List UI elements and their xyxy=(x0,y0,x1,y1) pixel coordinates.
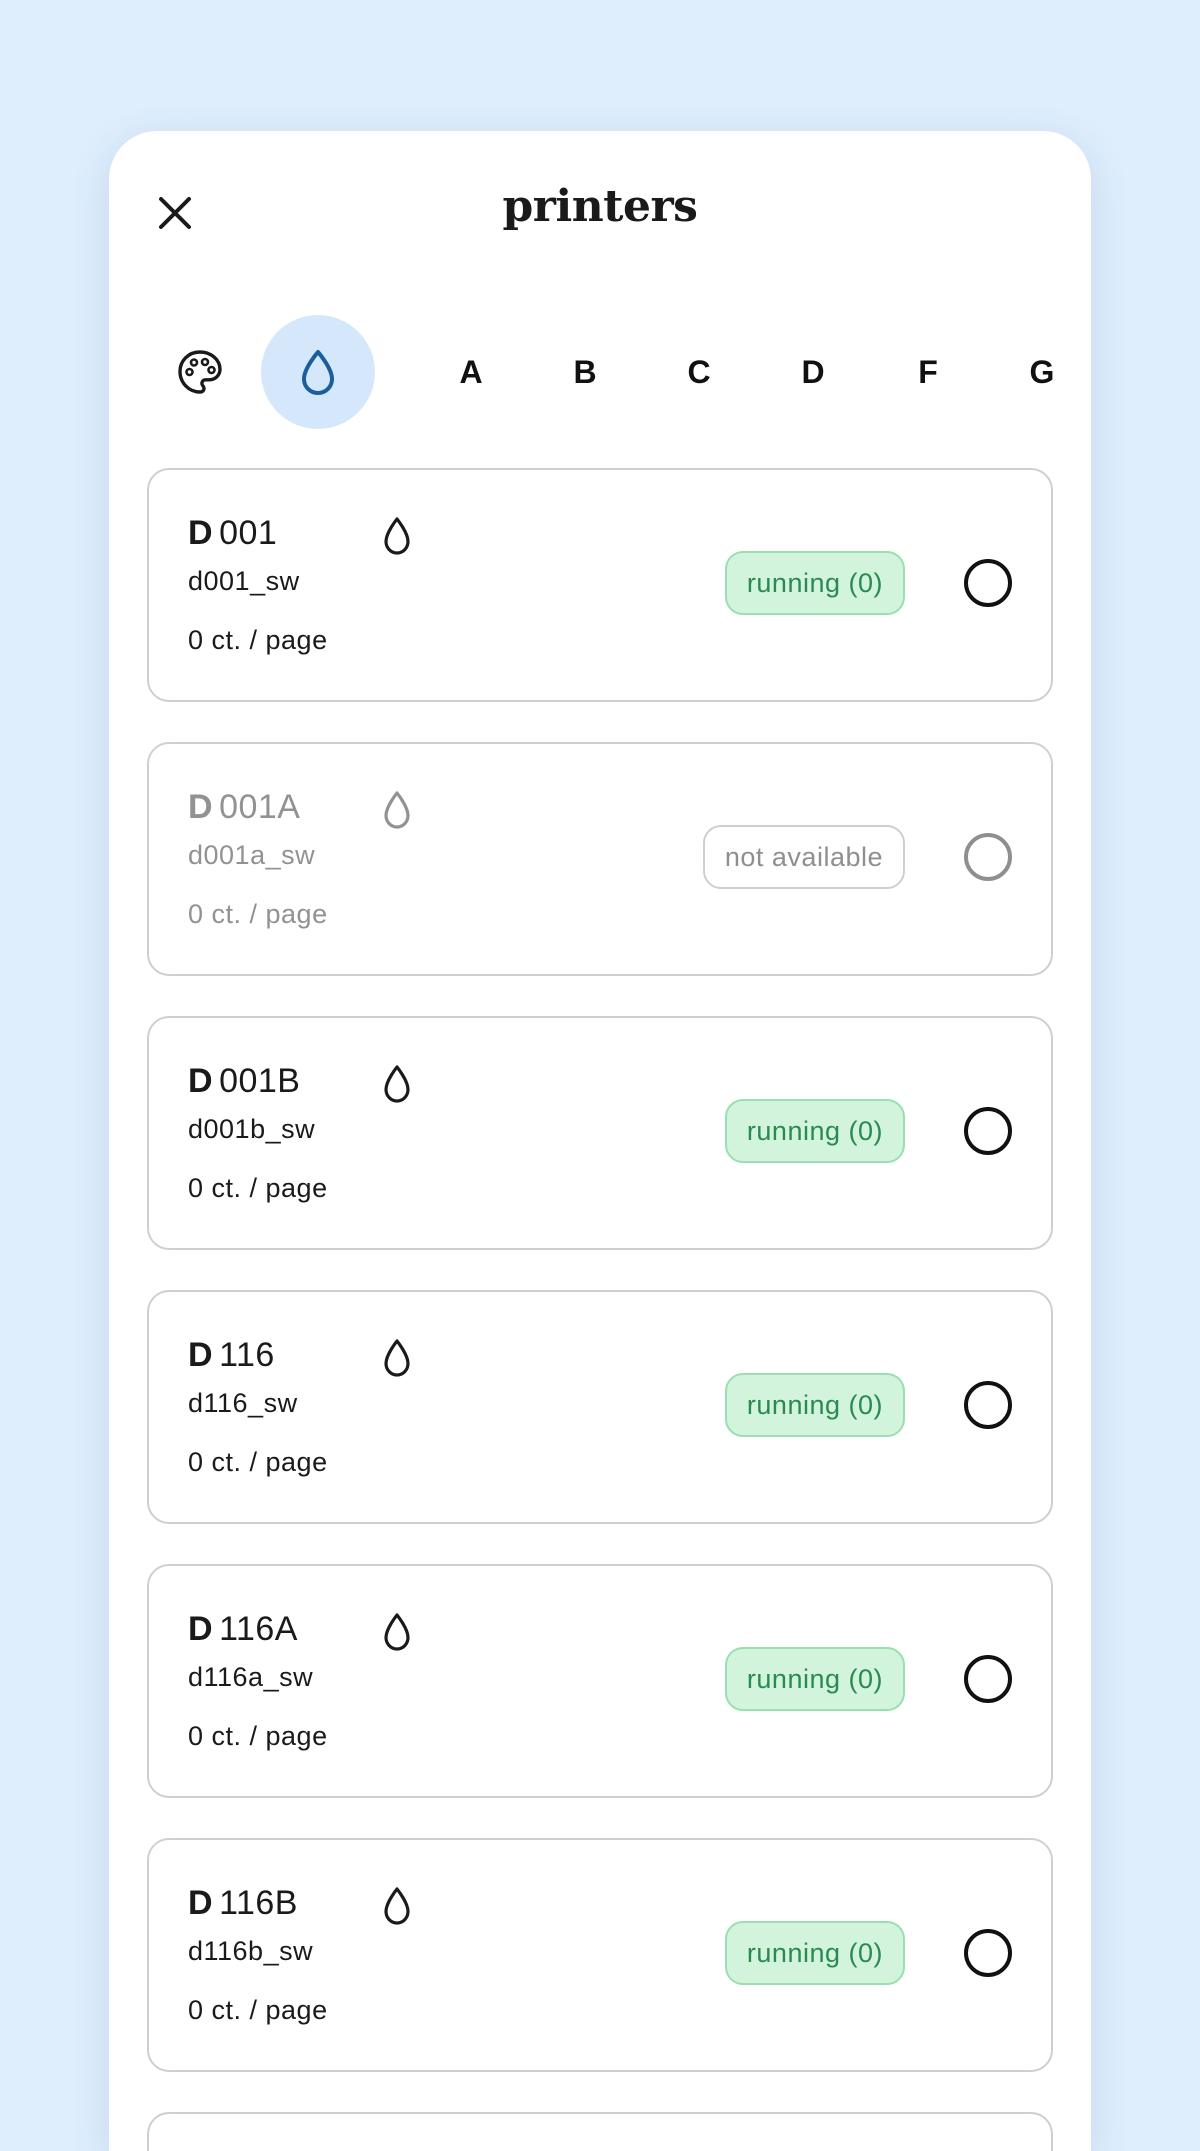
select-radio[interactable] xyxy=(964,833,1012,881)
printer-price: 0 ct. / page xyxy=(188,1173,328,1203)
printer-queue: d116b_sw xyxy=(188,1936,314,1966)
printer-list: D 001 d001_sw 0 ct. / page running (0) D0… xyxy=(147,468,1053,2151)
filter-letter-d[interactable]: D xyxy=(756,315,870,429)
printer-card[interactable]: D 001B d001b_sw 0 ct. / page running (0) xyxy=(147,1016,1053,1250)
printer-name: D 116 xyxy=(188,1336,275,1375)
ink-drop-icon xyxy=(384,791,410,829)
printer-price: 0 ct. / page xyxy=(188,1447,328,1477)
printer-name: D 001B xyxy=(188,1062,300,1101)
printer-name: D 001 xyxy=(188,514,277,553)
printer-number: 001B xyxy=(219,1062,301,1100)
printer-prefix: D xyxy=(188,1062,214,1100)
filter-ink[interactable] xyxy=(261,315,375,429)
filter-letter-b[interactable]: B xyxy=(528,315,642,429)
filter-letter-g[interactable]: G xyxy=(985,315,1091,429)
printer-queue: d001b_sw xyxy=(188,1114,316,1144)
printer-prefix: D xyxy=(188,1610,214,1648)
printer-card[interactable]: D 001 d001_sw 0 ct. / page running (0) xyxy=(147,468,1053,702)
filter-palette[interactable] xyxy=(143,315,257,429)
printer-price: 0 ct. / page xyxy=(188,625,328,655)
status-badge: running (0) xyxy=(724,1921,905,1985)
printer-number: 116A xyxy=(219,1610,298,1648)
filter-bar: A B C D F G xyxy=(109,315,1091,431)
page-title: printers xyxy=(502,181,698,232)
printer-queue: d116_sw xyxy=(188,1388,298,1418)
filter-letter-c[interactable]: C xyxy=(642,315,756,429)
printer-queue: d116a_sw xyxy=(188,1662,314,1692)
printer-price: 0 ct. / page xyxy=(188,1995,328,2025)
printer-queue: d001_sw xyxy=(188,566,300,596)
printer-prefix: D xyxy=(188,514,214,552)
status-badge: running (0) xyxy=(724,1099,905,1163)
status-badge: not available xyxy=(702,825,905,889)
select-radio[interactable] xyxy=(964,1381,1012,1429)
printer-prefix: D xyxy=(188,1884,214,1922)
printer-name: D 116B xyxy=(188,1884,298,1923)
printer-card[interactable]: D 001A d001a_sw 0 ct. / page not availabl… xyxy=(147,742,1053,976)
filter-letter-a[interactable]: A xyxy=(414,315,528,429)
palette-icon xyxy=(178,350,222,394)
select-radio[interactable] xyxy=(964,1929,1012,1977)
printer-name: D 001A xyxy=(188,788,300,827)
printer-selection-sheet: printers A B C D F G D 001 d001_sw 0 ct.… xyxy=(109,131,1091,2151)
ink-drop-icon xyxy=(384,1339,410,1377)
printer-queue: d001a_sw xyxy=(188,840,316,870)
printer-number: 001 xyxy=(219,514,278,552)
ink-drop-icon xyxy=(384,517,410,555)
filter-letter-f[interactable]: F xyxy=(871,315,985,429)
ink-drop-icon xyxy=(302,350,334,395)
printer-prefix: D xyxy=(188,1336,214,1374)
status-badge: running (0) xyxy=(724,551,905,615)
select-radio[interactable] xyxy=(964,559,1012,607)
printer-prefix: D xyxy=(188,788,214,826)
select-radio[interactable] xyxy=(964,1655,1012,1703)
printer-number: 116 xyxy=(219,1336,275,1374)
printer-card[interactable]: D 116A d116a_sw 0 ct. / page running (0) xyxy=(147,1564,1053,1798)
ink-drop-icon xyxy=(384,1065,410,1103)
select-radio[interactable] xyxy=(964,1107,1012,1155)
printer-card[interactable]: D 116B d116b_sw 0 ct. / page running (0) xyxy=(147,1838,1053,2072)
printer-card[interactable]: D 116 d116_sw 0 ct. / page running (0) xyxy=(147,1290,1053,1524)
printer-number: 001A xyxy=(219,788,301,826)
printer-name: D 116A xyxy=(188,1610,298,1649)
printer-price: 0 ct. / page xyxy=(188,899,328,929)
status-badge: running (0) xyxy=(724,1373,905,1437)
ink-drop-icon xyxy=(384,1887,410,1925)
printer-price: 0 ct. / page xyxy=(188,1721,328,1751)
status-badge: running (0) xyxy=(724,1647,905,1711)
printer-number: 116B xyxy=(219,1884,298,1922)
ink-drop-icon xyxy=(384,1613,410,1651)
